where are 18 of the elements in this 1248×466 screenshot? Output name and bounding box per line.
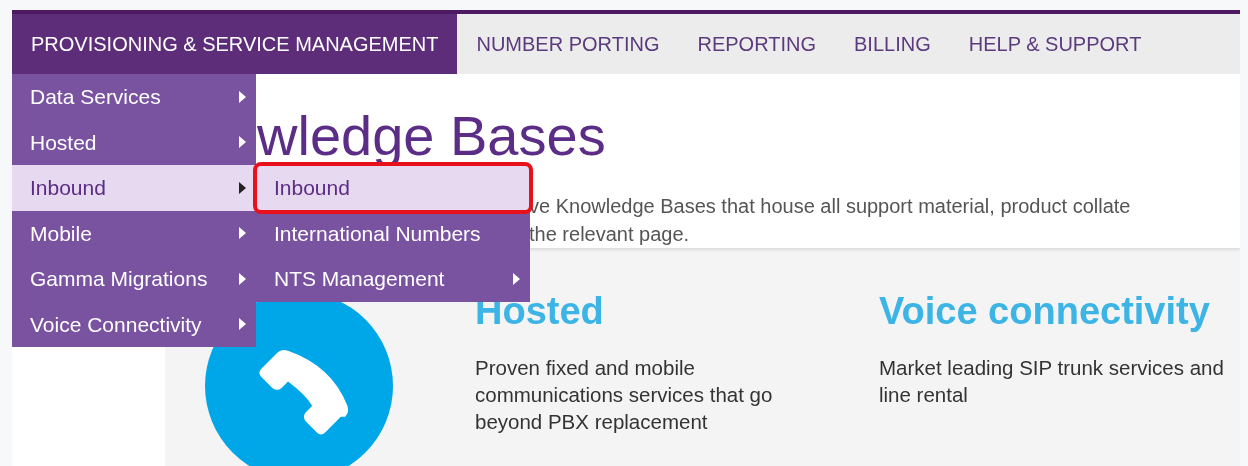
- nav-tab[interactable]: NUMBER PORTING: [457, 14, 679, 74]
- menu-item[interactable]: Mobile: [12, 210, 256, 256]
- card-text: Proven fixed and mobile communications services that go beyond PBX replacement: [475, 355, 774, 435]
- menu-item[interactable]: Gamma Migrations: [12, 256, 256, 302]
- menu-item[interactable]: Inbound: [12, 165, 256, 211]
- menu-item[interactable]: Inbound: [256, 165, 530, 211]
- card-title: Voice connectivity: [879, 292, 1210, 330]
- card-text: Market leading SIP trunk services and line rental: [879, 355, 1225, 408]
- page-heading: wledge Bases: [256, 103, 606, 164]
- nav-tab[interactable]: HELP & SUPPORT: [949, 14, 1161, 74]
- nav-tab[interactable]: BILLING: [835, 14, 950, 74]
- menu-item[interactable]: International Numbers: [256, 210, 530, 256]
- nav-tab[interactable]: REPORTING: [678, 14, 835, 74]
- intro-text: the relevant page.: [529, 222, 690, 247]
- menu-item[interactable]: Hosted: [12, 119, 256, 165]
- menu-item[interactable]: Voice Connectivity: [12, 301, 256, 347]
- nav-tab[interactable]: PROVISIONING & SERVICE MANAGEMENT: [12, 14, 458, 74]
- menu-item[interactable]: Data Services: [12, 74, 256, 120]
